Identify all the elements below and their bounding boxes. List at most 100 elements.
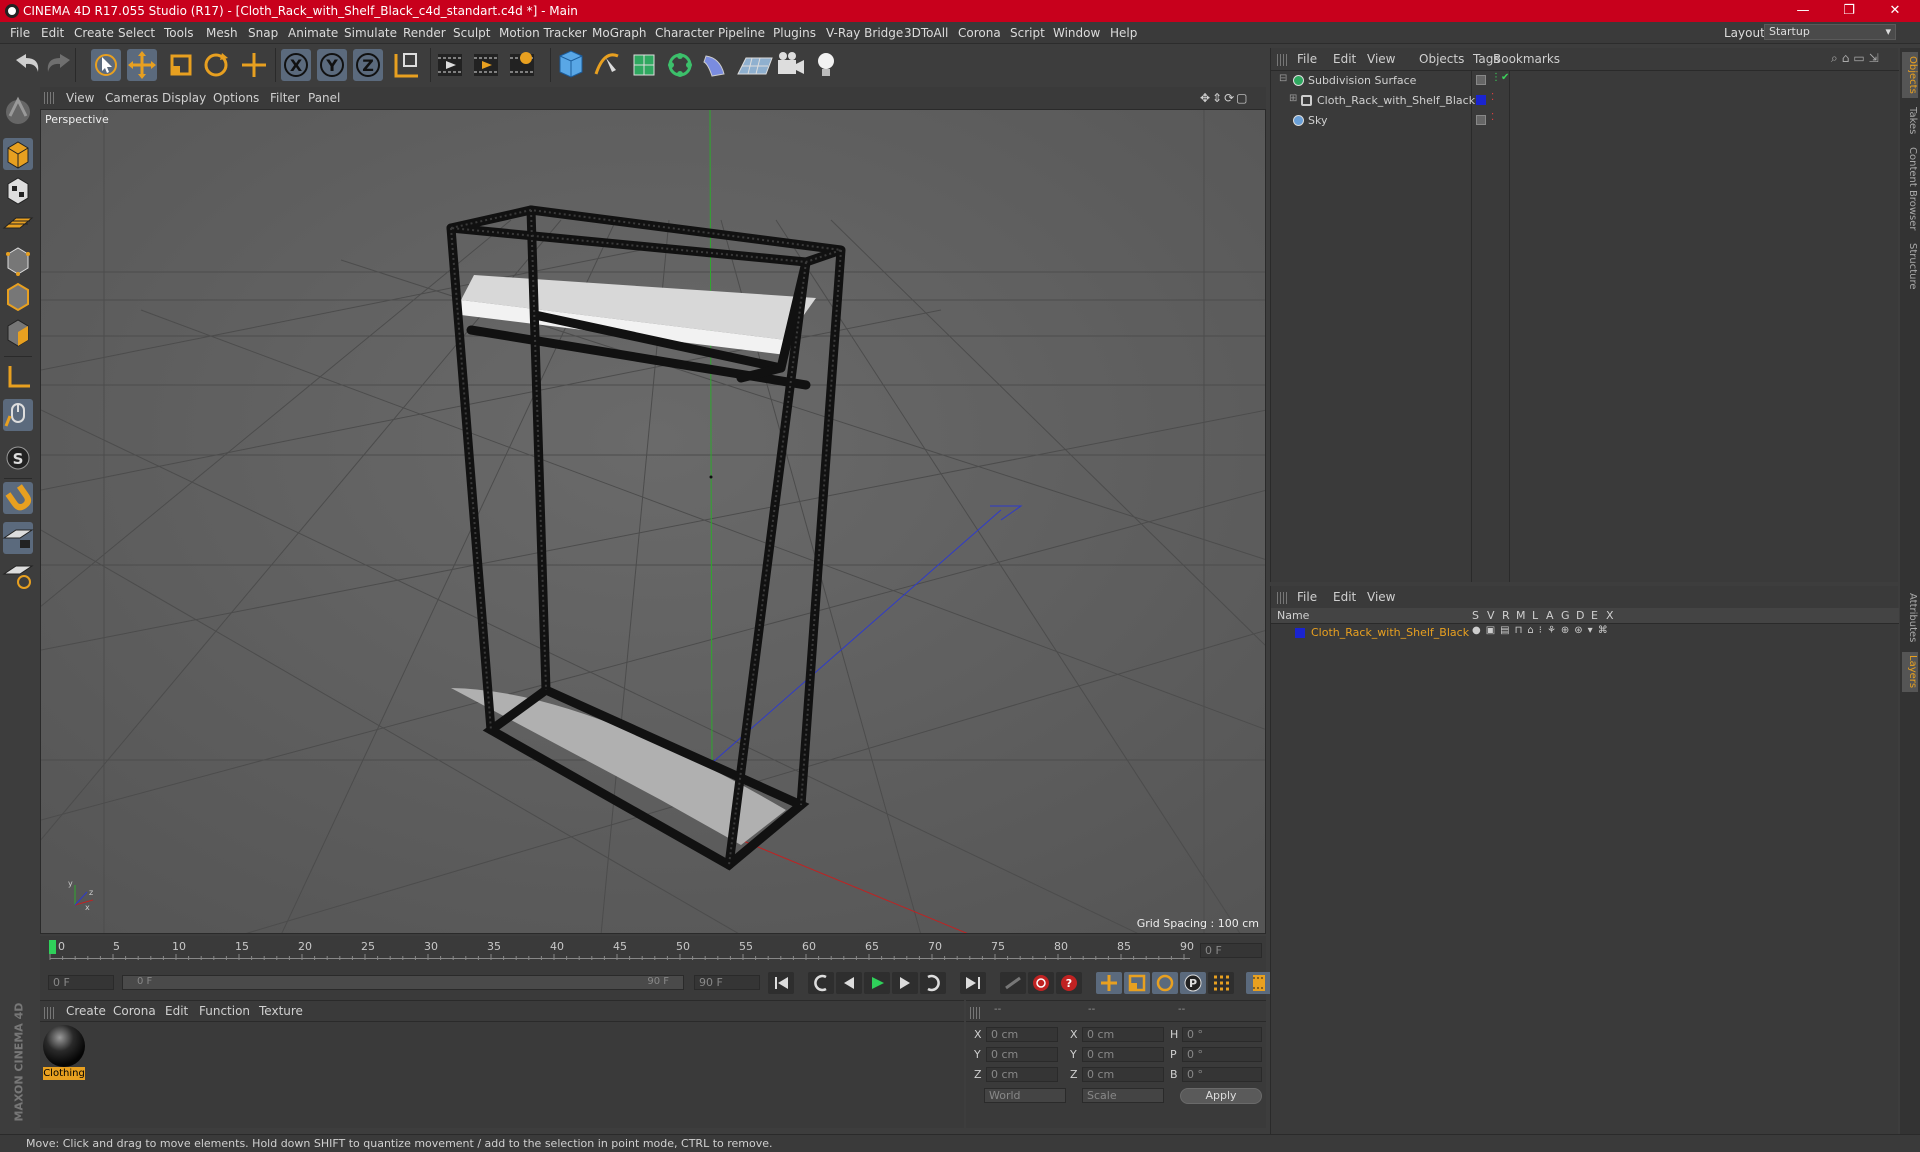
menu-corona[interactable]: Corona <box>958 26 1001 40</box>
texture-mode-icon[interactable] <box>7 177 29 205</box>
rotation-b-field[interactable]: 0 ° <box>1182 1067 1262 1082</box>
drag-handle-icon[interactable] <box>44 92 54 104</box>
layer-menu-edit[interactable]: Edit <box>1333 590 1356 604</box>
maximize-button[interactable]: ❐ <box>1826 0 1872 22</box>
tab-structure[interactable]: Structure <box>1902 240 1918 292</box>
axis-mode-icon[interactable] <box>8 366 30 388</box>
make-editable-icon[interactable] <box>6 96 30 124</box>
tab-layers[interactable]: Layers <box>1902 652 1918 692</box>
layer-tag-icon[interactable] <box>1476 115 1486 125</box>
object-menu-file[interactable]: File <box>1297 52 1317 66</box>
points-mode-icon[interactable] <box>6 247 30 276</box>
3d-viewport[interactable]: y x z Perspective Grid Spacing : 100 cm <box>40 109 1266 934</box>
viewport-menu-display[interactable]: Display <box>162 91 206 105</box>
menu-snap[interactable]: Snap <box>248 26 278 40</box>
render-to-picture-viewer-icon[interactable] <box>474 54 498 76</box>
record-icon[interactable] <box>1028 972 1054 994</box>
viewport-menu-filter[interactable]: Filter <box>270 91 300 105</box>
rotation-h-field[interactable]: 0 ° <box>1182 1027 1262 1042</box>
menu-tools[interactable]: Tools <box>164 26 194 40</box>
layer-toggle-icons[interactable]: ●▣▤⊓⌂⁝⚘⊕⊛▾⌘ <box>1472 625 1613 636</box>
end-frame-field[interactable]: 90 F <box>694 975 760 990</box>
camera-icon[interactable] <box>778 52 804 74</box>
frame-range-slider[interactable]: 0 F 90 F <box>122 975 684 990</box>
layer-color-swatch[interactable] <box>1295 628 1305 638</box>
object-menu-objects[interactable]: Objects <box>1419 52 1464 66</box>
autokey-icon[interactable]: ? <box>1056 972 1082 994</box>
model-mode-icon[interactable] <box>7 141 29 169</box>
key-scale-icon[interactable] <box>1124 972 1150 994</box>
size-y-field[interactable]: 0 cm <box>1082 1047 1164 1062</box>
viewport-navigation-icons[interactable]: ✥⇕⟳▢ <box>1200 91 1250 105</box>
workplane-snap-icon[interactable] <box>2 565 34 589</box>
position-y-field[interactable]: 0 cm <box>986 1047 1058 1062</box>
drag-handle-icon[interactable] <box>970 1007 980 1019</box>
tab-content-browser[interactable]: Content Browser <box>1902 144 1918 234</box>
key-position-icon[interactable] <box>1096 972 1122 994</box>
enabled-check-icon[interactable]: ⋮✔ <box>1491 72 1509 83</box>
menu-edit[interactable]: Edit <box>41 26 64 40</box>
live-select-icon[interactable] <box>242 53 266 77</box>
layer-color-swatch[interactable] <box>1476 95 1486 105</box>
menu-plugins[interactable]: Plugins <box>773 26 816 40</box>
menu-file[interactable]: File <box>10 26 30 40</box>
light-bulb-icon[interactable] <box>818 53 834 76</box>
visibility-dots-icon[interactable]: ⁚ <box>1491 92 1494 103</box>
current-frame-field[interactable]: 0 F <box>1200 943 1262 958</box>
layer-menu-view[interactable]: View <box>1367 590 1395 604</box>
apply-button[interactable]: Apply <box>1180 1088 1262 1104</box>
key-rotation-icon[interactable] <box>1152 972 1178 994</box>
drag-handle-icon[interactable] <box>1277 54 1287 66</box>
tab-attributes[interactable]: Attributes <box>1902 588 1918 648</box>
material-menu-function[interactable]: Function <box>199 1004 250 1018</box>
close-button[interactable]: ✕ <box>1872 0 1918 22</box>
tab-takes[interactable]: Takes <box>1902 104 1918 138</box>
layer-tag-icon[interactable] <box>1476 75 1486 85</box>
position-x-field[interactable]: 0 cm <box>986 1027 1058 1042</box>
snap-icon[interactable]: S <box>6 446 30 470</box>
position-z-field[interactable]: 0 cm <box>986 1067 1058 1082</box>
rotate-icon[interactable] <box>204 53 228 77</box>
redo-icon[interactable] <box>47 54 70 72</box>
expand-toggle-icon[interactable]: ⊞ <box>1289 93 1297 104</box>
deformer-icon[interactable] <box>703 55 725 77</box>
viewport-menu-view[interactable]: View <box>66 91 94 105</box>
material-menu-edit[interactable]: Edit <box>165 1004 188 1018</box>
menu-create[interactable]: Create <box>74 26 114 40</box>
menu-pipeline[interactable]: Pipeline <box>718 26 765 40</box>
drag-handle-icon[interactable] <box>44 1007 54 1019</box>
edges-mode-icon[interactable] <box>7 282 29 312</box>
playhead[interactable] <box>49 940 56 954</box>
menu-window[interactable]: Window <box>1053 26 1100 40</box>
object-row-subdivision-surface[interactable]: ⊟ Subdivision Surface ⋮✔ <box>1271 72 1899 90</box>
visibility-dots-icon[interactable]: ⁚ <box>1491 112 1494 123</box>
undo-icon[interactable] <box>16 54 39 72</box>
object-row-sky[interactable]: Sky ⁚ <box>1271 112 1899 130</box>
polygons-mode-icon[interactable] <box>7 319 29 347</box>
coordinate-system-icon[interactable] <box>394 53 418 78</box>
material-menu-corona[interactable]: Corona <box>113 1004 156 1018</box>
go-to-start-icon[interactable] <box>768 972 794 994</box>
viewport-menu-cameras[interactable]: Cameras <box>105 91 158 105</box>
viewport-menu-options[interactable]: Options <box>213 91 259 105</box>
material-swatch-clothing[interactable]: Clothing <box>43 1025 85 1081</box>
scale-icon[interactable] <box>170 54 192 76</box>
next-keyframe-icon[interactable] <box>920 972 946 994</box>
start-frame-field[interactable]: 0 F <box>48 975 114 990</box>
tab-objects[interactable]: Objects <box>1902 52 1918 98</box>
previous-frame-icon[interactable] <box>836 972 862 994</box>
menu-animate[interactable]: Animate <box>288 26 338 40</box>
transform-mode-dropdown[interactable]: Scale <box>1082 1088 1164 1103</box>
object-row-cloth-rack[interactable]: ⊞ Cloth_Rack_with_Shelf_Black ⁚ <box>1271 92 1899 110</box>
motion-path-icon[interactable] <box>1000 972 1026 994</box>
layer-menu-file[interactable]: File <box>1297 590 1317 604</box>
collapse-toggle-icon[interactable]: ⊟ <box>1279 73 1287 84</box>
size-x-field[interactable]: 0 cm <box>1082 1027 1164 1042</box>
object-menu-edit[interactable]: Edit <box>1333 52 1356 66</box>
menu-help[interactable]: Help <box>1110 26 1137 40</box>
viewport-menu-panel[interactable]: Panel <box>308 91 340 105</box>
layer-row[interactable]: Cloth_Rack_with_Shelf_Black ●▣▤⊓⌂⁝⚘⊕⊛▾⌘ <box>1271 625 1899 641</box>
rotation-p-field[interactable]: 0 ° <box>1182 1047 1262 1062</box>
subdivision-surface-icon[interactable] <box>633 54 655 76</box>
menu-simulate[interactable]: Simulate <box>344 26 397 40</box>
